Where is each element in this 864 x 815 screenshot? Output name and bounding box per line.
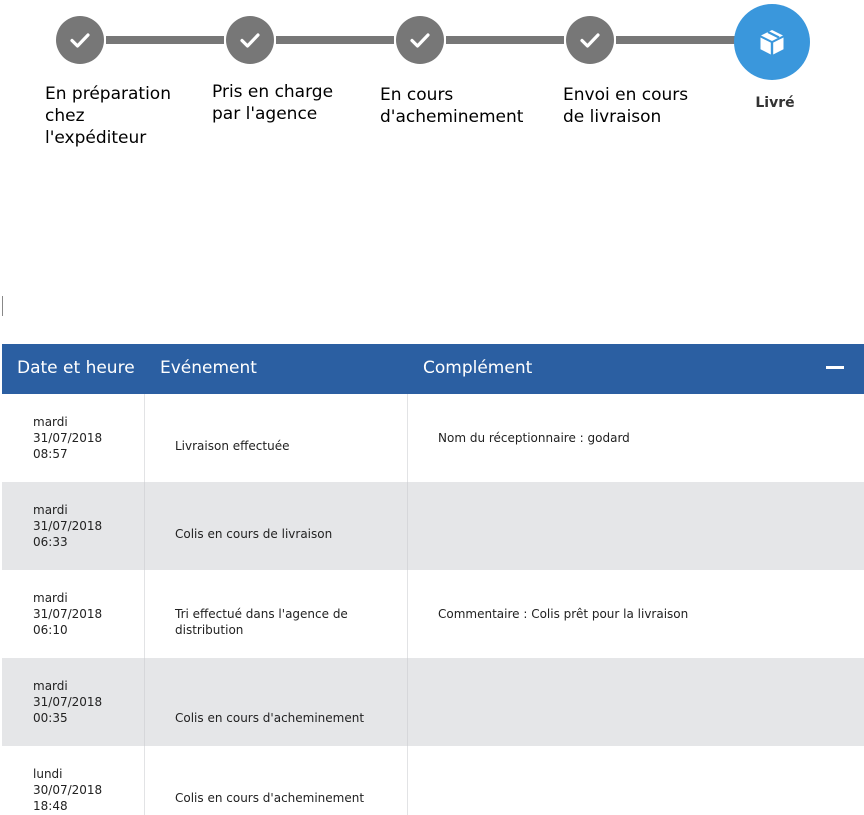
event-text: Livraison effectuée [175, 439, 290, 453]
extra-cell: Nom du réceptionnaire : godard [408, 394, 864, 482]
step-connector [106, 36, 224, 44]
extra-text: Commentaire : Colis prêt pour la livrais… [438, 607, 689, 621]
event-text: Tri effectué dans l'agence de distributi… [175, 607, 348, 637]
shipment-tracker: En préparation chez l'expéditeur Pris en… [0, 0, 864, 160]
step-2-check-icon [226, 16, 274, 64]
extra-cell [408, 658, 864, 746]
date-text: mardi 31/07/2018 06:33 [33, 503, 103, 549]
collapse-minus-icon[interactable] [826, 366, 844, 369]
extra-cell: Commentaire : Colis prêt pour la livrais… [408, 570, 864, 658]
table-row: mardi 31/07/2018 08:57 Livraison effectu… [2, 394, 864, 482]
table-row: lundi 30/07/2018 18:48 Colis en cours d'… [2, 746, 864, 815]
step-connector [276, 36, 394, 44]
date-cell: mardi 31/07/2018 00:35 [2, 658, 145, 746]
step-2-label: Pris en charge par l'agence [212, 82, 334, 124]
event-cell: Colis en cours de livraison [145, 482, 408, 570]
table-row: mardi 31/07/2018 00:35 Colis en cours d'… [2, 658, 864, 746]
step-5-label: Livré [755, 95, 795, 111]
event-text: Colis en cours d'acheminement [175, 791, 365, 805]
event-text: Colis en cours d'acheminement [175, 711, 365, 725]
event-cell: Tri effectué dans l'agence de distributi… [145, 570, 408, 658]
step-5-package-icon [734, 4, 810, 80]
date-cell: mardi 31/07/2018 06:33 [2, 482, 145, 570]
step-1-label: En préparation chez l'expéditeur [45, 84, 171, 148]
extra-cell [408, 746, 864, 815]
date-cell: mardi 31/07/2018 06:10 [2, 570, 145, 658]
date-text: mardi 31/07/2018 00:35 [33, 679, 103, 725]
event-cell: Colis en cours d'acheminement [145, 658, 408, 746]
date-cell: mardi 31/07/2018 08:57 [2, 394, 145, 482]
extra-text: Nom du réceptionnaire : godard [438, 431, 630, 445]
step-1-check-icon [56, 16, 104, 64]
tracking-events-table: Date et heure Evénement Complément mardi… [2, 344, 864, 815]
table-header: Date et heure Evénement Complément [2, 344, 864, 394]
step-4-check-icon [566, 16, 614, 64]
date-text: lundi 30/07/2018 18:48 [33, 767, 103, 813]
date-text: mardi 31/07/2018 06:10 [33, 591, 103, 637]
date-cell: lundi 30/07/2018 18:48 [2, 746, 145, 815]
event-cell: Livraison effectuée [145, 394, 408, 482]
text-cursor [2, 296, 3, 316]
step-4-label: Envoi en cours de livraison [563, 85, 689, 127]
step-connector [616, 36, 736, 44]
header-event: Evénement [160, 358, 257, 378]
header-date: Date et heure [17, 358, 135, 378]
step-connector [446, 36, 564, 44]
date-text: mardi 31/07/2018 08:57 [33, 415, 103, 461]
step-3-check-icon [396, 16, 444, 64]
event-text: Colis en cours de livraison [175, 527, 333, 541]
table-row: mardi 31/07/2018 06:10 Tri effectué dans… [2, 570, 864, 658]
event-cell: Colis en cours d'acheminement [145, 746, 408, 815]
table-row: mardi 31/07/2018 06:33 Colis en cours de… [2, 482, 864, 570]
header-extra: Complément [423, 358, 533, 378]
extra-cell [408, 482, 864, 570]
step-3-label: En cours d'acheminement [380, 85, 524, 127]
